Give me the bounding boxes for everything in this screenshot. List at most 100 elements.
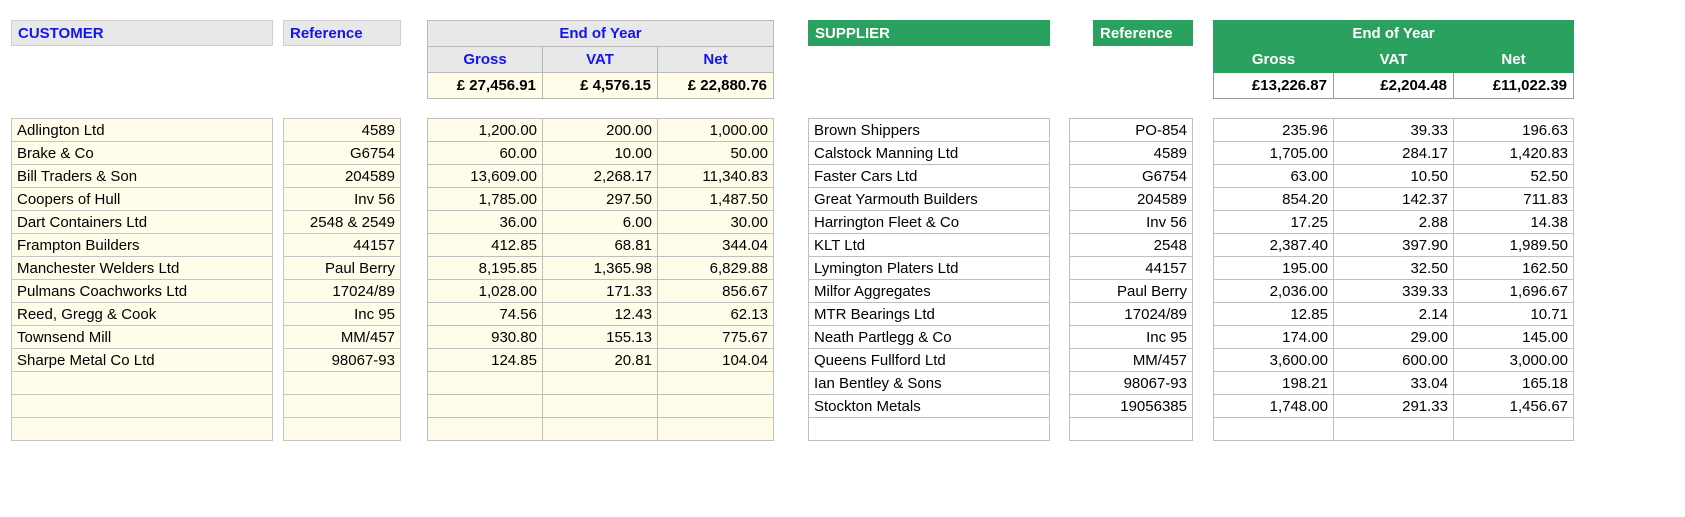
supplier-figure-row[interactable] [1213, 417, 1574, 441]
customer-reference-cell-reference[interactable]: Inc 95 [283, 302, 401, 326]
customer-figure-cell-vat[interactable] [542, 371, 658, 395]
supplier-figure-cell-net[interactable]: 165.18 [1453, 371, 1574, 395]
customer-figure-cell-net[interactable] [657, 394, 774, 418]
customer-figure-row[interactable] [427, 394, 774, 418]
supplier-figure-row[interactable]: 235.96 39.33 196.63 [1213, 118, 1574, 142]
customer-figure-cell-gross[interactable] [427, 417, 543, 441]
customer-figure-row[interactable]: 1,028.00 171.33 856.67 [427, 279, 774, 303]
supplier-name-row[interactable]: Faster Cars Ltd [808, 164, 1050, 188]
customer-name-cell-name[interactable]: Manchester Welders Ltd [11, 256, 273, 280]
supplier-reference-row[interactable] [1069, 417, 1193, 441]
supplier-figure-cell-net[interactable]: 10.71 [1453, 302, 1574, 326]
supplier-reference-cell-reference[interactable] [1069, 417, 1193, 441]
customer-reference-row[interactable]: 4589 [283, 118, 401, 142]
customer-reference-row[interactable]: 2548 & 2549 [283, 210, 401, 234]
customer-name-row[interactable]: Sharpe Metal Co Ltd [11, 348, 273, 372]
supplier-reference-row[interactable]: 2548 [1069, 233, 1193, 257]
supplier-reference-cell-reference[interactable]: Paul Berry [1069, 279, 1193, 303]
customer-figure-cell-gross[interactable]: 74.56 [427, 302, 543, 326]
supplier-name-cell-name[interactable]: Harrington Fleet & Co [808, 210, 1050, 234]
customer-reference-row[interactable]: 204589 [283, 164, 401, 188]
supplier-name-cell-name[interactable]: Neath Partlegg & Co [808, 325, 1050, 349]
customer-reference-row[interactable] [283, 394, 401, 418]
customer-reference-row[interactable]: Inc 95 [283, 302, 401, 326]
supplier-figure-cell-net[interactable]: 3,000.00 [1453, 348, 1574, 372]
supplier-figure-cell-vat[interactable]: 2.88 [1333, 210, 1454, 234]
customer-reference-cell-reference[interactable] [283, 417, 401, 441]
supplier-reference-cell-reference[interactable]: Inc 95 [1069, 325, 1193, 349]
customer-figure-cell-gross[interactable] [427, 394, 543, 418]
supplier-reference-row[interactable]: G6754 [1069, 164, 1193, 188]
customer-reference-cell-reference[interactable]: 204589 [283, 164, 401, 188]
customer-reference-cell-reference[interactable]: 17024/89 [283, 279, 401, 303]
supplier-name-cell-name[interactable]: MTR Bearings Ltd [808, 302, 1050, 326]
supplier-reference-cell-reference[interactable]: Inv 56 [1069, 210, 1193, 234]
supplier-reference-cell-reference[interactable]: MM/457 [1069, 348, 1193, 372]
supplier-name-cell-name[interactable]: Brown Shippers [808, 118, 1050, 142]
supplier-reference-cell-reference[interactable]: 204589 [1069, 187, 1193, 211]
customer-reference-cell-reference[interactable]: Inv 56 [283, 187, 401, 211]
customer-figure-cell-gross[interactable]: 13,609.00 [427, 164, 543, 188]
customer-figure-cell-gross[interactable]: 8,195.85 [427, 256, 543, 280]
customer-figure-row[interactable]: 1,200.00 200.00 1,000.00 [427, 118, 774, 142]
supplier-figure-cell-gross[interactable]: 63.00 [1213, 164, 1334, 188]
customer-name-cell-name[interactable]: Reed, Gregg & Cook [11, 302, 273, 326]
supplier-figure-cell-vat[interactable]: 39.33 [1333, 118, 1454, 142]
customer-figure-cell-net[interactable]: 856.67 [657, 279, 774, 303]
supplier-reference-row[interactable]: Inv 56 [1069, 210, 1193, 234]
customer-figure-cell-vat[interactable]: 171.33 [542, 279, 658, 303]
customer-name-cell-name[interactable]: Bill Traders & Son [11, 164, 273, 188]
customer-figure-cell-net[interactable]: 1,487.50 [657, 187, 774, 211]
supplier-figure-cell-vat[interactable]: 29.00 [1333, 325, 1454, 349]
supplier-figure-cell-gross[interactable]: 12.85 [1213, 302, 1334, 326]
supplier-reference-cell-reference[interactable]: 4589 [1069, 141, 1193, 165]
customer-figure-row[interactable]: 124.85 20.81 104.04 [427, 348, 774, 372]
customer-figure-cell-net[interactable]: 344.04 [657, 233, 774, 257]
supplier-name-row[interactable]: Great Yarmouth Builders [808, 187, 1050, 211]
supplier-figure-cell-net[interactable]: 14.38 [1453, 210, 1574, 234]
supplier-figure-cell-net[interactable]: 711.83 [1453, 187, 1574, 211]
customer-figure-cell-vat[interactable]: 10.00 [542, 141, 658, 165]
supplier-reference-cell-reference[interactable]: 44157 [1069, 256, 1193, 280]
supplier-reference-column[interactable]: PO-854 4589 G6754 204589 Inv 56 2548 44157 Paul… [1069, 118, 1193, 441]
supplier-figure-cell-vat[interactable] [1333, 417, 1454, 441]
supplier-figure-row[interactable]: 17.25 2.88 14.38 [1213, 210, 1574, 234]
supplier-figure-row[interactable]: 2,387.40 397.90 1,989.50 [1213, 233, 1574, 257]
supplier-figure-row[interactable]: 198.21 33.04 165.18 [1213, 371, 1574, 395]
supplier-name-cell-name[interactable]: Milfor Aggregates [808, 279, 1050, 303]
supplier-figure-cell-vat[interactable]: 2.14 [1333, 302, 1454, 326]
customer-figure-cell-net[interactable]: 50.00 [657, 141, 774, 165]
customer-name-cell-name[interactable] [11, 394, 273, 418]
supplier-figure-cell-vat[interactable]: 397.90 [1333, 233, 1454, 257]
supplier-reference-cell-reference[interactable]: G6754 [1069, 164, 1193, 188]
customer-figure-row[interactable]: 412.85 68.81 344.04 [427, 233, 774, 257]
customer-name-cell-name[interactable]: Townsend Mill [11, 325, 273, 349]
customer-figure-cell-vat[interactable]: 12.43 [542, 302, 658, 326]
customer-figure-cell-net[interactable]: 1,000.00 [657, 118, 774, 142]
supplier-name-cell-name[interactable]: Faster Cars Ltd [808, 164, 1050, 188]
customer-reference-cell-reference[interactable] [283, 371, 401, 395]
supplier-name-column[interactable]: Brown Shippers Calstock Manning Ltd Faster… [808, 118, 1050, 441]
customer-name-cell-name[interactable]: Pulmans Coachworks Ltd [11, 279, 273, 303]
supplier-figure-cell-net[interactable] [1453, 417, 1574, 441]
customer-name-cell-name[interactable]: Dart Containers Ltd [11, 210, 273, 234]
customer-name-cell-name[interactable]: Adlington Ltd [11, 118, 273, 142]
supplier-figure-row[interactable]: 174.00 29.00 145.00 [1213, 325, 1574, 349]
customer-figure-row[interactable]: 8,195.85 1,365.98 6,829.88 [427, 256, 774, 280]
supplier-figure-row[interactable]: 2,036.00 339.33 1,696.67 [1213, 279, 1574, 303]
supplier-figure-cell-gross[interactable]: 1,705.00 [1213, 141, 1334, 165]
customer-figure-row[interactable] [427, 371, 774, 395]
customer-figure-row[interactable]: 74.56 12.43 62.13 [427, 302, 774, 326]
customer-figure-cell-vat[interactable]: 6.00 [542, 210, 658, 234]
supplier-figure-cell-net[interactable]: 1,696.67 [1453, 279, 1574, 303]
customer-reference-row[interactable]: 44157 [283, 233, 401, 257]
customer-reference-cell-reference[interactable]: Paul Berry [283, 256, 401, 280]
supplier-reference-row[interactable]: 4589 [1069, 141, 1193, 165]
supplier-figure-cell-gross[interactable]: 195.00 [1213, 256, 1334, 280]
supplier-reference-row[interactable]: Paul Berry [1069, 279, 1193, 303]
supplier-name-row[interactable]: Lymington Platers Ltd [808, 256, 1050, 280]
customer-figure-cell-net[interactable]: 30.00 [657, 210, 774, 234]
supplier-figure-cell-vat[interactable]: 142.37 [1333, 187, 1454, 211]
supplier-reference-cell-reference[interactable]: 17024/89 [1069, 302, 1193, 326]
supplier-figure-cell-vat[interactable]: 10.50 [1333, 164, 1454, 188]
